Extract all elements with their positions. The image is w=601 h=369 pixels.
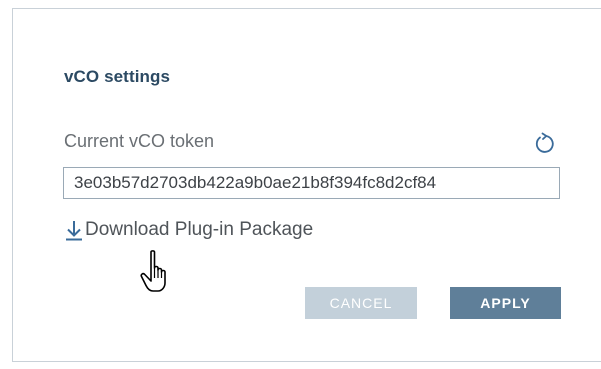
vco-settings-dialog: vCO settings Current vCO token Download … [12,8,601,362]
refresh-icon [535,132,554,153]
download-arrow-icon [66,221,82,241]
token-input[interactable] [63,167,560,199]
download-link-label: Download Plug-in Package [85,219,314,240]
cancel-button[interactable]: CANCEL [305,287,417,319]
token-label: Current vCO token [64,131,215,151]
refresh-token-button[interactable] [533,131,559,157]
apply-button[interactable]: APPLY [450,287,561,319]
dialog-title: vCO settings [64,67,171,86]
download-plugin-link[interactable]: Download Plug-in Package [65,219,313,241]
hand-pointer-icon [140,250,166,292]
